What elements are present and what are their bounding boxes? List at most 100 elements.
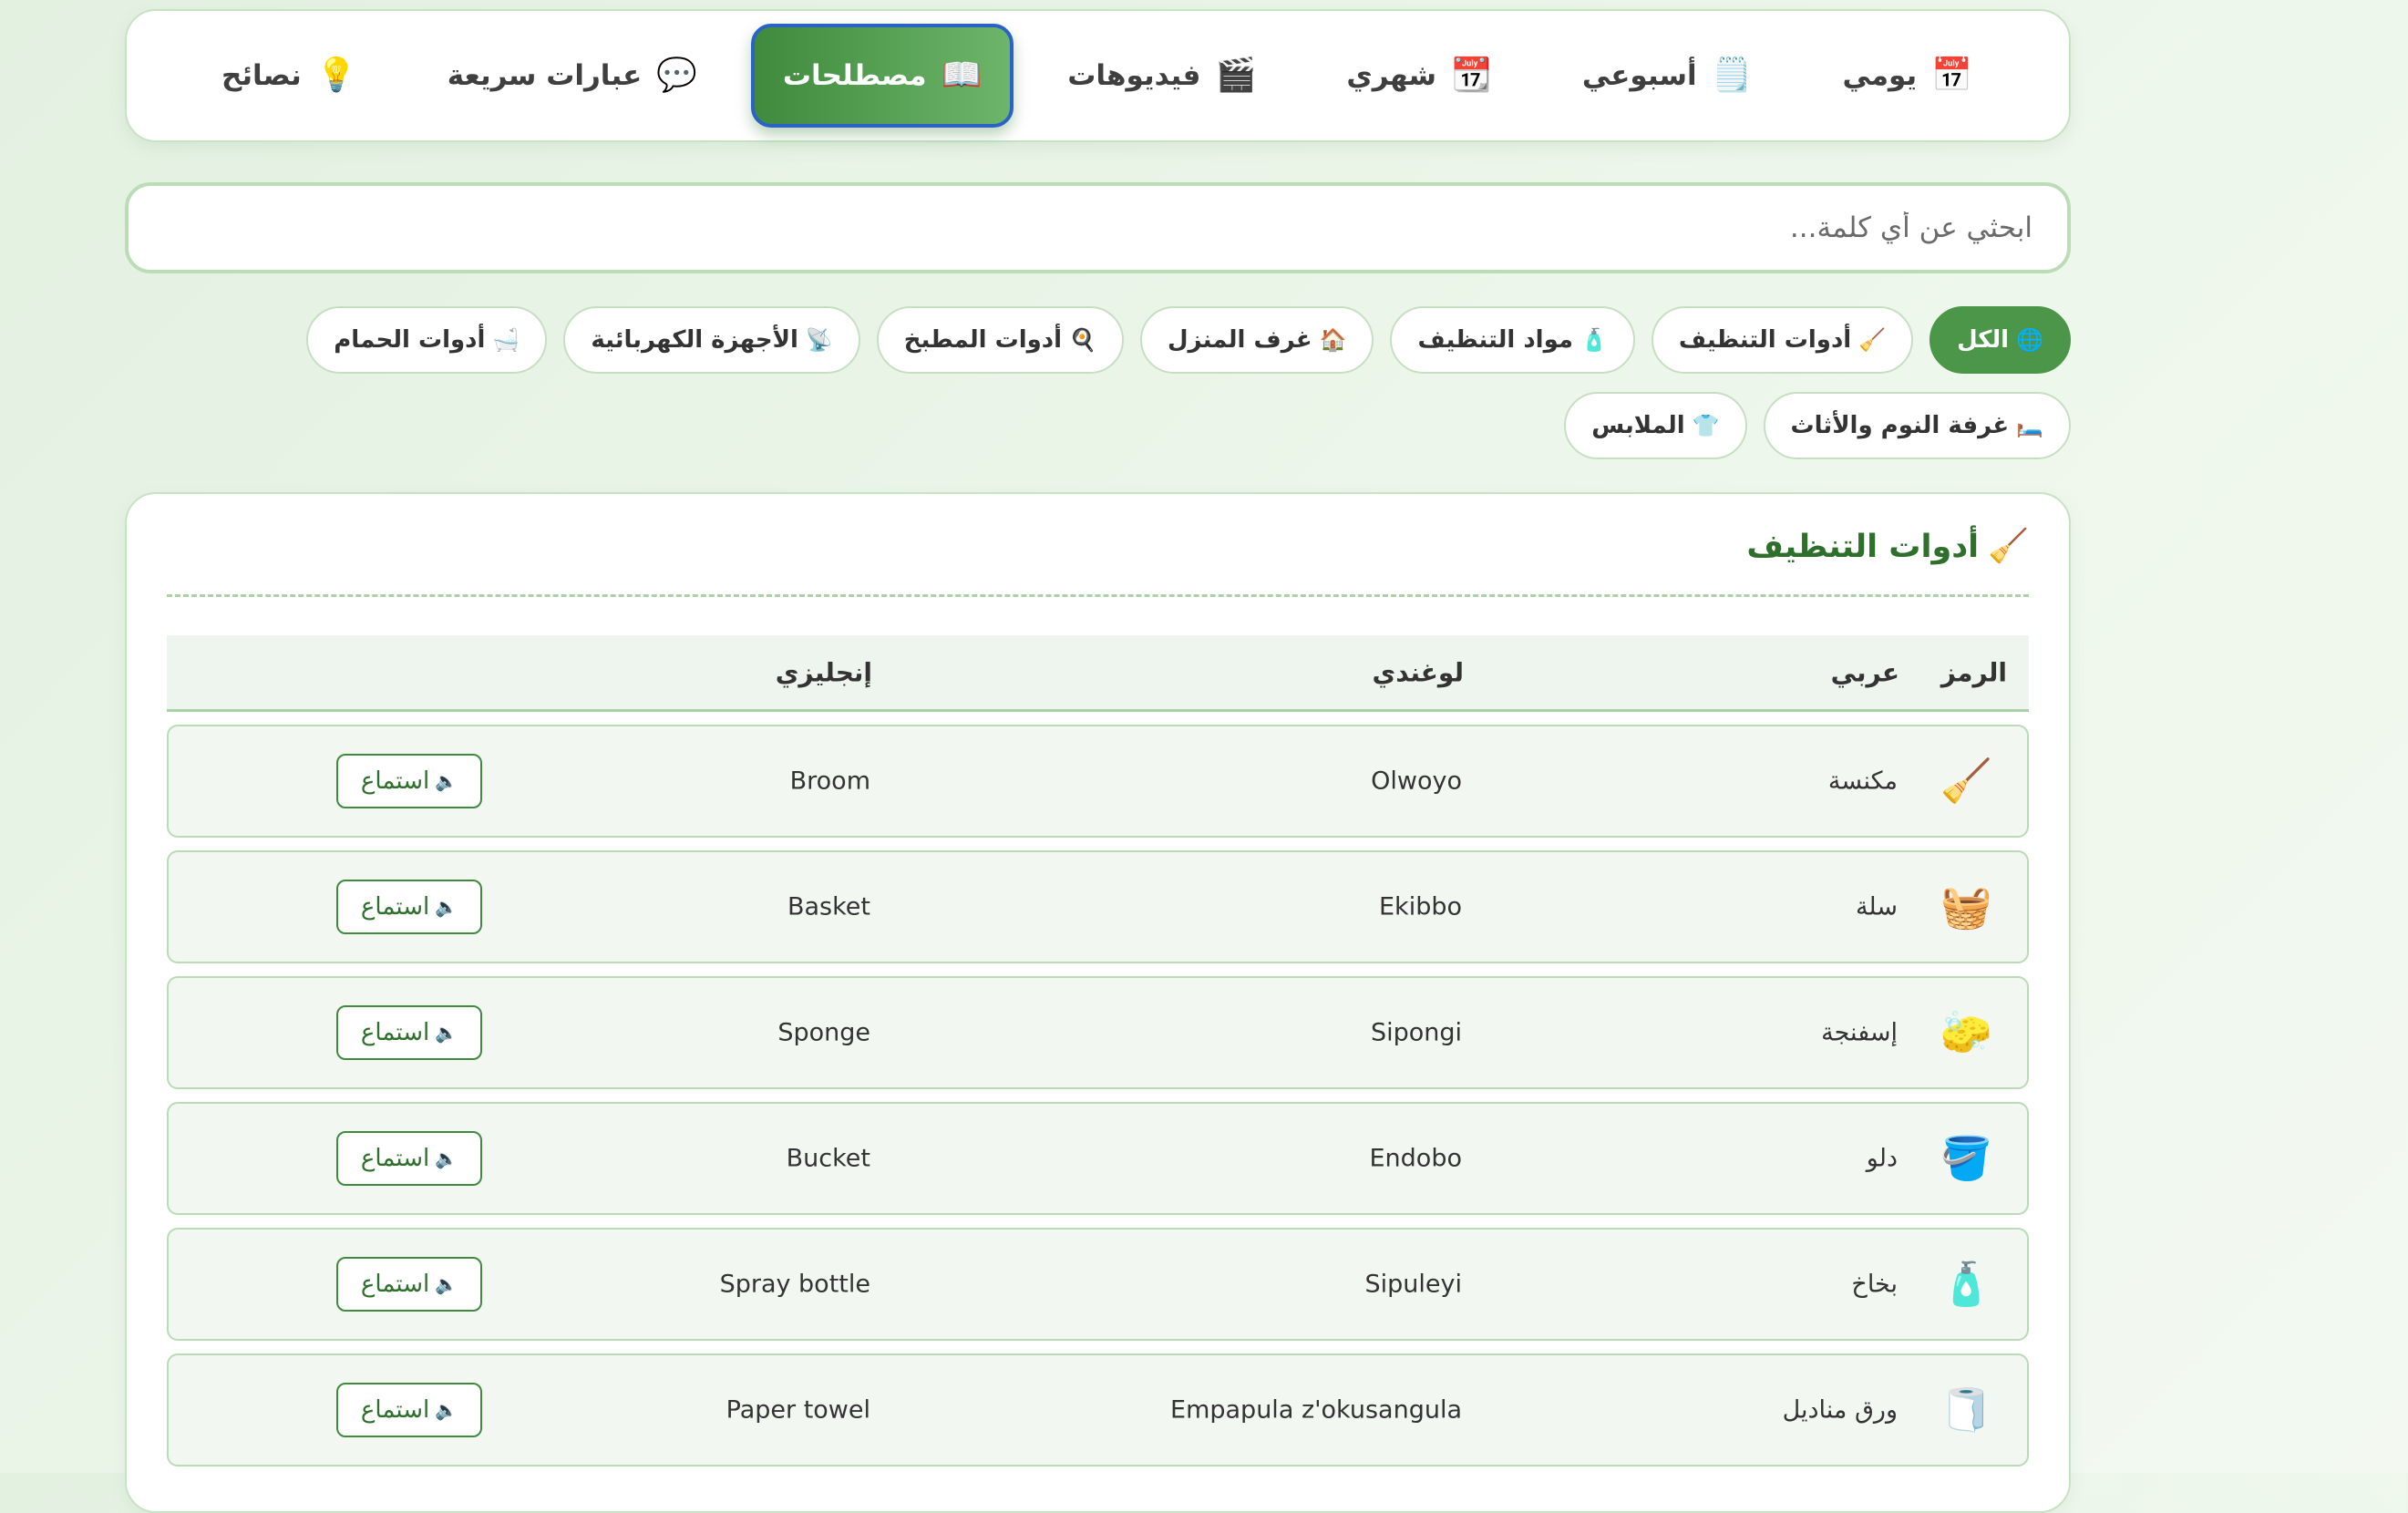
chip-label: أدوات المطبخ — [903, 326, 1063, 354]
broom-icon: 🧹 — [1988, 528, 2029, 565]
listen-button[interactable]: 🔈 استماع — [336, 1383, 482, 1437]
arabic-term: إسفنجة — [1821, 1018, 1898, 1047]
arabic-term: سلة — [1855, 892, 1898, 921]
calendar-icon: 📅 — [1931, 57, 1972, 94]
listen-button[interactable]: 🔈 استماع — [336, 1131, 482, 1186]
tshirt-icon: 👕 — [1692, 413, 1720, 438]
tab-videos[interactable]: 🎬 فيديوهات — [1031, 24, 1292, 128]
bucket-icon: 🪣 — [1940, 1133, 1992, 1183]
speaker-icon: 🔈 — [435, 1148, 458, 1169]
tab-label: شهري — [1346, 59, 1436, 92]
dashed-divider — [167, 594, 2029, 597]
listen-button[interactable]: 🔈 استماع — [336, 1005, 482, 1060]
tab-monthly[interactable]: 📆 شهري — [1310, 24, 1528, 128]
calendar-month-icon: 📆 — [1450, 57, 1492, 94]
chip-bedroom-furniture[interactable]: 🛏️ غرفة النوم والأثاث — [1763, 392, 2071, 459]
frying-pan-icon: 🍳 — [1069, 327, 1096, 353]
arabic-term: ورق مناديل — [1782, 1395, 1898, 1425]
house-icon: 🏠 — [1319, 327, 1347, 353]
luganda-term: Olwoyo — [1371, 767, 1462, 796]
table-row: 🧹 مكنسة Olwoyo Broom 🔈 استماع — [167, 725, 2029, 838]
listen-label: استماع — [360, 1019, 430, 1046]
section-title-text: أدوات التنظيف — [1746, 529, 1980, 565]
bed-icon: 🛏️ — [2016, 413, 2043, 438]
english-term: Bucket — [786, 1144, 870, 1173]
chip-cleaning-supplies[interactable]: 🧴 مواد التنظيف — [1390, 306, 1635, 374]
column-header-luganda: لوغندي — [1372, 657, 1464, 687]
chip-clothes[interactable]: 👕 الملابس — [1564, 392, 1747, 459]
chip-label: الملابس — [1591, 412, 1685, 439]
table-row: 🧻 ورق مناديل Empapula z'okusangula Paper… — [167, 1353, 2029, 1467]
basket-icon: 🧺 — [1940, 881, 1992, 931]
luganda-term: Ekibbo — [1379, 892, 1462, 921]
chip-label: أدوات التنظيف — [1678, 326, 1852, 354]
chip-label: الأجهزة الكهربائية — [591, 326, 798, 354]
paper-towel-icon: 🧻 — [1940, 1384, 1992, 1435]
arabic-term: مكنسة — [1827, 767, 1898, 796]
chip-label: غرفة النوم والأثاث — [1790, 412, 2010, 439]
broom-icon: 🧹 — [1858, 327, 1887, 353]
chip-label: غرف المنزل — [1167, 326, 1312, 354]
luganda-term: Empapula z'okusangula — [1170, 1395, 1462, 1425]
chip-label: الكل — [1957, 326, 2010, 354]
chip-house-rooms[interactable]: 🏠 غرف المنزل — [1139, 306, 1374, 374]
lotion-bottle-icon: 🧴 — [1580, 327, 1608, 353]
table-row: 🧽 إسفنجة Sipongi Sponge 🔈 استماع — [167, 976, 2029, 1089]
speaker-icon: 🔈 — [435, 1022, 458, 1044]
tab-tips[interactable]: 💡 نصائح — [185, 24, 394, 128]
listen-label: استماع — [360, 1145, 430, 1172]
tab-label: نصائح — [221, 59, 302, 92]
search-input[interactable] — [125, 182, 2071, 273]
tab-daily[interactable]: 📅 يومي — [1806, 24, 2008, 128]
speaker-icon: 🔈 — [435, 896, 458, 918]
listen-label: استماع — [360, 767, 430, 795]
speech-bubble-icon: 💬 — [656, 57, 698, 94]
spray-bottle-icon: 🧴 — [1940, 1259, 1992, 1309]
chip-label: أدوات الحمام — [334, 326, 486, 354]
column-header-symbol: الرمز — [1940, 657, 2007, 687]
chip-appliances[interactable]: 📡 الأجهزة الكهربائية — [563, 306, 860, 374]
table-header: الرمز عربي لوغندي إنجليزي — [167, 635, 2029, 712]
luganda-term: Sipuleyi — [1364, 1270, 1462, 1299]
column-header-english: إنجليزي — [775, 657, 872, 687]
english-term: Paper towel — [725, 1395, 870, 1425]
notepad-icon: 🗒️ — [1711, 57, 1753, 94]
speaker-icon: 🔈 — [435, 1273, 458, 1295]
luganda-term: Sipongi — [1370, 1018, 1462, 1047]
clapperboard-icon: 🎬 — [1215, 57, 1257, 94]
listen-label: استماع — [360, 1396, 430, 1424]
english-term: Spray bottle — [719, 1270, 870, 1299]
english-term: Basket — [787, 892, 870, 921]
page: 📅 يومي 🗒️ أسبوعي 📆 شهري 🎬 فيديوهات 📖 مصطلحات … — [125, 9, 2071, 1513]
chip-label: مواد التنظيف — [1417, 326, 1573, 354]
speaker-icon: 🔈 — [435, 1399, 458, 1421]
listen-label: استماع — [360, 1271, 430, 1298]
listen-button[interactable]: 🔈 استماع — [336, 880, 482, 934]
chip-all[interactable]: 🌐 الكل — [1929, 306, 2071, 374]
luganda-term: Endobo — [1369, 1144, 1463, 1173]
lightbulb-icon: 💡 — [315, 57, 357, 94]
table-row: 🪣 دلو Endobo Bucket 🔈 استماع — [167, 1102, 2029, 1215]
arabic-term: بخاخ — [1851, 1270, 1898, 1299]
sponge-icon: 🧽 — [1940, 1007, 1992, 1057]
top-nav: 📅 يومي 🗒️ أسبوعي 📆 شهري 🎬 فيديوهات 📖 مصطلحات … — [125, 9, 2071, 142]
vocabulary-card: 🧹 أدوات التنظيف الرمز عربي لوغندي إنجليز… — [125, 492, 2071, 1513]
listen-button[interactable]: 🔈 استماع — [336, 1257, 482, 1312]
tab-label: يومي — [1842, 59, 1918, 92]
tab-weekly[interactable]: 🗒️ أسبوعي — [1546, 24, 1789, 128]
listen-button[interactable]: 🔈 استماع — [336, 754, 482, 808]
broom-icon: 🧹 — [1940, 756, 1992, 806]
chip-cleaning-tools[interactable]: 🧹 أدوات التنظيف — [1651, 306, 1914, 374]
tab-label: عبارات سريعة — [447, 59, 643, 92]
column-header-arabic: عربي — [1830, 657, 1899, 687]
tab-label: أسبوعي — [1581, 59, 1697, 92]
satellite-dish-icon: 📡 — [805, 327, 833, 353]
english-term: Sponge — [777, 1018, 870, 1047]
section-title: 🧹 أدوات التنظيف — [167, 529, 2029, 565]
tab-quick-phrases[interactable]: 💬 عبارات سريعة — [411, 24, 734, 128]
chip-kitchen-tools[interactable]: 🍳 أدوات المطبخ — [876, 306, 1124, 374]
tab-terms[interactable]: 📖 مصطلحات — [751, 24, 1014, 128]
globe-icon: 🌐 — [2016, 327, 2043, 353]
table-row: 🧴 بخاخ Sipuleyi Spray bottle 🔈 استماع — [167, 1228, 2029, 1341]
chip-bathroom-tools[interactable]: 🛁 أدوات الحمام — [306, 306, 548, 374]
